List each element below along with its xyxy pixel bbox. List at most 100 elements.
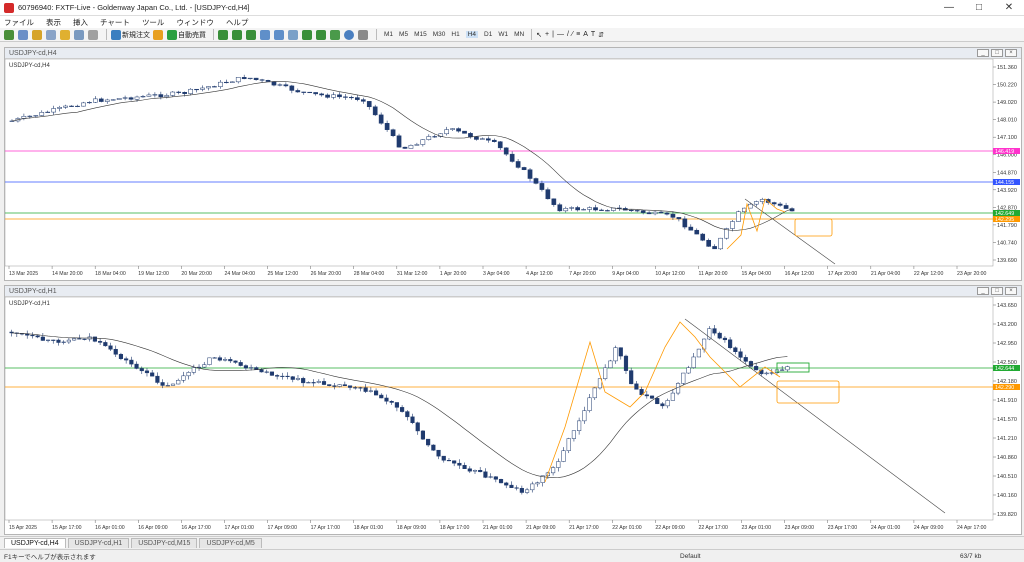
tab-usdjpy-m5[interactable]: USDJPY-cd,M5 [199,538,262,548]
tf-w1[interactable]: W1 [498,31,508,38]
terminal-button[interactable] [74,29,85,41]
candle-body [139,368,144,372]
metaeditor-button[interactable] [153,29,164,41]
auto-trading-button[interactable]: 自動売買 [167,29,206,41]
tab-usdjpy-h4[interactable]: USDJPY-cd,H4 [4,538,66,548]
minimize-icon[interactable]: — [934,0,964,16]
periods-button[interactable] [344,29,355,41]
new-chart-button[interactable] [4,29,15,41]
candle-body [283,84,289,87]
candle-body [33,115,39,117]
tile-button[interactable] [288,29,299,41]
candle-body [655,398,660,405]
price-tick-label: 140.160 [997,493,1017,499]
maximize-icon[interactable]: □ [964,0,994,16]
navigator-button[interactable] [60,29,71,41]
time-tick-label: 11 Apr 20:00 [698,271,727,277]
menu-view[interactable]: 表示 [46,17,61,28]
candlestick-chart-h4[interactable]: USDJPY-cd,H4 151.360 150.220 149.020 148.010… [4,58,1021,280]
chart-shift-button[interactable] [316,29,327,41]
candle-chart-button[interactable] [232,29,243,41]
bar-chart-button[interactable] [218,29,229,41]
chart-window-h4[interactable]: USDJPY-cd,H4 _ □ × USDJPY-cd,H4 151.360 15… [4,47,1022,281]
profiles-button[interactable] [18,29,29,41]
candle-body [202,364,207,368]
tab-usdjpy-h1[interactable]: USDJPY-cd,H1 [67,538,130,548]
candle-body [582,410,587,422]
candle-body [521,167,527,170]
candle-body [319,93,324,96]
candle-body [569,207,575,209]
tf-m15[interactable]: M15 [414,31,427,38]
zoom-out-button[interactable] [274,29,285,41]
crosshair-tool[interactable]: + [545,29,549,41]
candle-body [372,106,378,116]
menu-tools[interactable]: ツール [142,17,165,28]
candlestick-chart-h1[interactable]: USDJPY-cd,H1 143.650143.200142.950142.500… [4,296,1021,534]
candle-body [410,416,415,423]
chart-restore-icon[interactable]: □ [991,287,1003,295]
tf-m30[interactable]: M30 [433,31,446,38]
hline-tool[interactable]: — [557,29,564,41]
candle-body [212,86,217,88]
chart-window-titlebar[interactable]: USDJPY-cd,H4 _ □ × [5,48,1021,59]
menu-insert[interactable]: 挿入 [73,17,88,28]
candle-body [415,422,420,432]
channel-tool[interactable]: ⁄ [572,29,573,41]
tf-mn[interactable]: MN [514,31,524,38]
indicators-button[interactable] [330,29,341,41]
chart-window-titlebar[interactable]: USDJPY-cd,H1 _ □ × [5,286,1021,297]
tf-h1[interactable]: H1 [451,31,459,38]
price-tick-label: 141.570 [997,417,1017,423]
candle-body [634,210,640,212]
candle-body [754,366,759,371]
chart-close-icon[interactable]: × [1005,49,1017,57]
menu-window[interactable]: ウィンドウ [176,17,214,28]
line-chart-icon [246,29,256,40]
tab-usdjpy-m15[interactable]: USDJPY-cd,M15 [131,538,198,548]
trendline-icon: / [566,31,569,38]
menu-charts[interactable]: チャート [100,17,130,28]
data-window-button[interactable] [46,29,57,41]
toolbar-separator [376,29,377,40]
chart-restore-icon[interactable]: □ [991,49,1003,57]
tf-d1[interactable]: D1 [484,31,492,38]
chart-window-h1[interactable]: USDJPY-cd,H1 _ □ × USDJPY-cd,H1 143.650 14… [4,285,1022,535]
tester-button[interactable] [88,29,99,41]
label-tool[interactable]: T [591,29,595,41]
chart-minimize-icon[interactable]: _ [977,49,989,57]
candle-body [9,120,15,122]
channel-icon: ⁄ [571,31,574,38]
tf-m1[interactable]: M1 [384,31,393,38]
menu-file[interactable]: ファイル [4,17,34,28]
arrows-icon: ⇵ [598,31,605,39]
candle-body [134,363,139,369]
candle-body [736,211,741,222]
auto-trading-icon [167,29,177,40]
price-line-tag-label: 142.290 [995,385,1014,391]
market-watch-button[interactable] [32,29,43,41]
templates-button[interactable] [358,29,369,41]
close-icon[interactable]: ✕ [994,0,1024,16]
candle-body [249,367,254,369]
cursor-tool[interactable]: ↖ [536,29,542,41]
candle-body [295,90,301,93]
candle-body [325,94,330,98]
chart-minimize-icon[interactable]: _ [977,287,989,295]
autoscroll-button[interactable] [302,29,313,41]
chart-close-icon[interactable]: × [1005,287,1017,295]
line-chart-button[interactable] [246,29,257,41]
trendline-tool[interactable]: / [567,29,569,41]
candle-body [218,81,223,87]
menu-help[interactable]: ヘルプ [226,17,249,28]
candle-body [200,87,205,90]
tf-h4[interactable]: H4 [465,31,478,38]
new-order-button[interactable]: 新規注文 [111,29,150,41]
zoom-in-button[interactable] [260,29,271,41]
arrows-tool[interactable]: ⇵ [598,29,604,41]
text-tool[interactable]: A [583,29,588,41]
candle-body [158,94,164,98]
fibo-tool[interactable]: ≡ [576,29,580,41]
vline-tool[interactable]: | [552,29,554,41]
tf-m5[interactable]: M5 [399,31,408,38]
